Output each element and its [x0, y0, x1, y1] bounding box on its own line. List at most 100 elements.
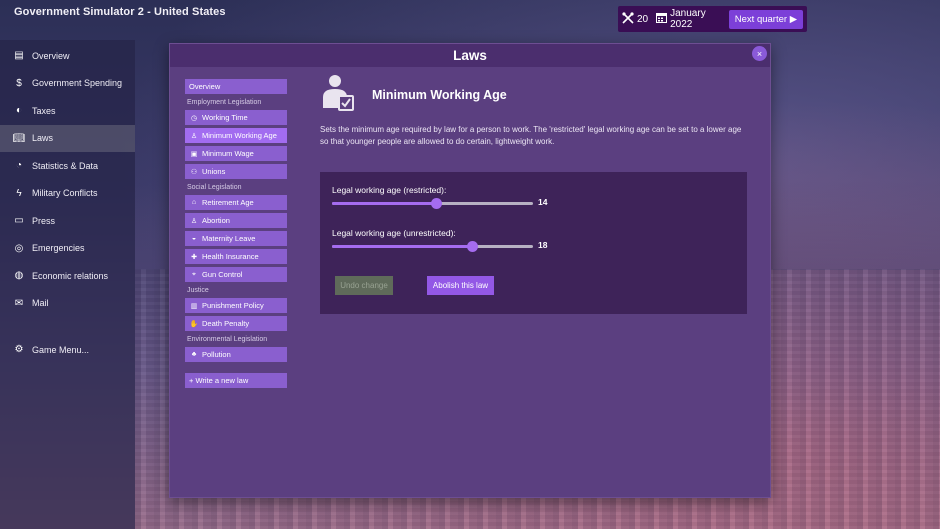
law-category-environmental: Environmental Legislation: [187, 336, 268, 343]
points-value: 20: [637, 13, 649, 25]
gear-icon: ⚙: [14, 344, 24, 356]
sidebar-item-laws[interactable]: 📖︎ Laws: [0, 124, 135, 152]
law-nav-label: Minimum Wage: [202, 149, 254, 158]
medkit-icon: ✚: [191, 253, 197, 261]
calendar-icon: [656, 12, 668, 26]
crosshair-icon: ⌖: [192, 270, 196, 278]
law-nav-label: + Write a new law: [189, 376, 249, 385]
sidebar-item-overview[interactable]: ▤ Overview: [0, 42, 135, 70]
law-title: Minimum Working Age: [372, 88, 507, 102]
slider-value-restricted: 14: [538, 197, 548, 207]
slider-fill: [332, 245, 473, 248]
law-nav-minimum-working-age[interactable]: ♙ Minimum Working Age: [185, 128, 287, 143]
date-display: January 2022: [656, 8, 721, 30]
person-icon: ♙: [190, 217, 198, 225]
law-nav-unions[interactable]: ⚇ Unions: [185, 164, 287, 179]
law-nav-label: Retirement Age: [202, 198, 254, 207]
law-nav-minimum-wage[interactable]: ▣ Minimum Wage: [185, 146, 287, 161]
date-value: January 2022: [670, 8, 706, 30]
clock-icon: ◷: [190, 114, 198, 122]
points-display: 20: [622, 11, 649, 27]
law-category-justice: Justice: [187, 287, 209, 294]
overview-icon: ▤: [14, 50, 24, 62]
sidebar-item-taxes[interactable]: ◐ Taxes: [0, 97, 135, 125]
tree-icon: ♣: [191, 351, 197, 358]
law-nav-punishment-policy[interactable]: ▥ Punishment Policy: [185, 298, 287, 313]
close-button[interactable]: ×: [752, 46, 767, 61]
law-nav-overview[interactable]: Overview: [185, 79, 287, 94]
sidebar-item-game-menu[interactable]: ⚙ Game Menu...: [0, 336, 135, 364]
law-description: Sets the minimum age required by law for…: [320, 125, 742, 146]
slider-label-restricted: Legal working age (restricted):: [332, 185, 447, 195]
law-category-social: Social Legislation: [187, 184, 242, 191]
worker-check-icon: [320, 72, 356, 112]
sidebar-item-military-conflicts[interactable]: ϟ Military Conflicts: [0, 180, 135, 208]
sidebar-item-label: Emergencies: [32, 243, 85, 254]
group-icon: ⚇: [190, 168, 198, 176]
newspaper-icon: ▭: [14, 215, 24, 227]
law-nav-abortion[interactable]: ♙ Abortion: [185, 213, 287, 228]
law-nav-label: Pollution: [202, 350, 231, 359]
home-icon: ⌂: [191, 199, 197, 206]
sidebar-item-economic-relations[interactable]: ◍ Economic relations: [0, 262, 135, 290]
money-icon: ▣: [190, 150, 198, 158]
top-status-bar: 20 January 2022 Next quarter ▶: [618, 6, 807, 32]
slider-fill: [332, 202, 437, 205]
slider-thumb[interactable]: [467, 241, 479, 252]
sidebar-item-label: Mail: [32, 298, 49, 309]
slider-thumb[interactable]: [431, 198, 443, 209]
law-nav-health-insurance[interactable]: ✚ Health Insurance: [185, 249, 287, 264]
laws-window: Laws × Overview Employment Legislation ◷…: [169, 43, 771, 498]
close-icon: ×: [756, 48, 763, 59]
sidebar-item-label: Laws: [32, 133, 54, 144]
next-quarter-button[interactable]: Next quarter ▶: [728, 9, 803, 29]
law-navigation: Overview Employment Legislation ◷ Workin…: [185, 79, 287, 391]
law-nav-pollution[interactable]: ♣ Pollution: [185, 347, 287, 362]
sidebar-item-government-spending[interactable]: $ Government Spending: [0, 70, 135, 98]
undo-change-button[interactable]: Undo change: [335, 276, 393, 295]
law-nav-label: Gun Control: [202, 270, 243, 279]
slider-unrestricted[interactable]: [332, 241, 533, 252]
scales-icon: ▥: [190, 302, 198, 310]
sidebar-item-mail[interactable]: ✉ Mail: [0, 290, 135, 318]
sidebar-item-label: Statistics & Data: [32, 160, 99, 171]
dollar-icon: $: [16, 77, 22, 89]
globe-icon: ◍: [14, 270, 24, 282]
app-title: Government Simulator 2 - United States: [14, 6, 226, 18]
law-nav-label: Minimum Working Age: [202, 131, 277, 140]
sidebar-item-label: Economic relations: [32, 270, 109, 281]
sidebar-item-label: Overview: [32, 50, 70, 61]
law-settings-panel: Legal working age (restricted): 14 Legal…: [320, 172, 747, 314]
law-nav-label: Overview: [189, 82, 221, 91]
slider-restricted[interactable]: [332, 198, 533, 209]
sidebar-item-emergencies[interactable]: ◎ Emergencies: [0, 235, 135, 263]
law-nav-label: Punishment Policy: [202, 301, 264, 310]
law-nav-label: Maternity Leave: [202, 234, 256, 243]
sidebar-item-label: Press: [32, 215, 56, 226]
sidebar-item-statistics[interactable]: ◔ Statistics & Data: [0, 152, 135, 180]
sidebar-item-label: Taxes: [32, 105, 56, 116]
main-sidebar: ▤ Overview $ Government Spending ◐ Taxes…: [0, 40, 135, 529]
law-nav-gun-control[interactable]: ⌖ Gun Control: [185, 267, 287, 282]
book-icon: 📖︎: [12, 132, 26, 144]
tax-icon: ◐: [15, 105, 23, 117]
lightning-icon: ϟ: [16, 187, 22, 199]
law-nav-maternity-leave[interactable]: ◒ Maternity Leave: [185, 231, 287, 246]
law-category-employment: Employment Legislation: [187, 99, 262, 106]
law-nav-label: Death Penalty: [202, 319, 250, 328]
law-nav-working-time[interactable]: ◷ Working Time: [185, 110, 287, 125]
alert-icon: ◎: [14, 242, 24, 254]
abolish-law-button[interactable]: Abolish this law: [427, 276, 494, 295]
law-nav-label: Working Time: [202, 113, 248, 122]
write-new-law-button[interactable]: + Write a new law: [185, 373, 287, 388]
thumbs-down-icon: ✋: [189, 320, 199, 328]
laws-window-title: Laws: [170, 44, 770, 67]
mail-icon: ✉: [14, 297, 24, 309]
law-nav-retirement-age[interactable]: ⌂ Retirement Age: [185, 195, 287, 210]
sidebar-item-label: Military Conflicts: [32, 188, 98, 199]
law-nav-label: Health Insurance: [202, 252, 259, 261]
sidebar-item-press[interactable]: ▭ Press: [0, 207, 135, 235]
baby-icon: ◒: [191, 235, 197, 242]
slider-value-unrestricted: 18: [538, 240, 548, 250]
law-nav-death-penalty[interactable]: ✋ Death Penalty: [185, 316, 287, 331]
